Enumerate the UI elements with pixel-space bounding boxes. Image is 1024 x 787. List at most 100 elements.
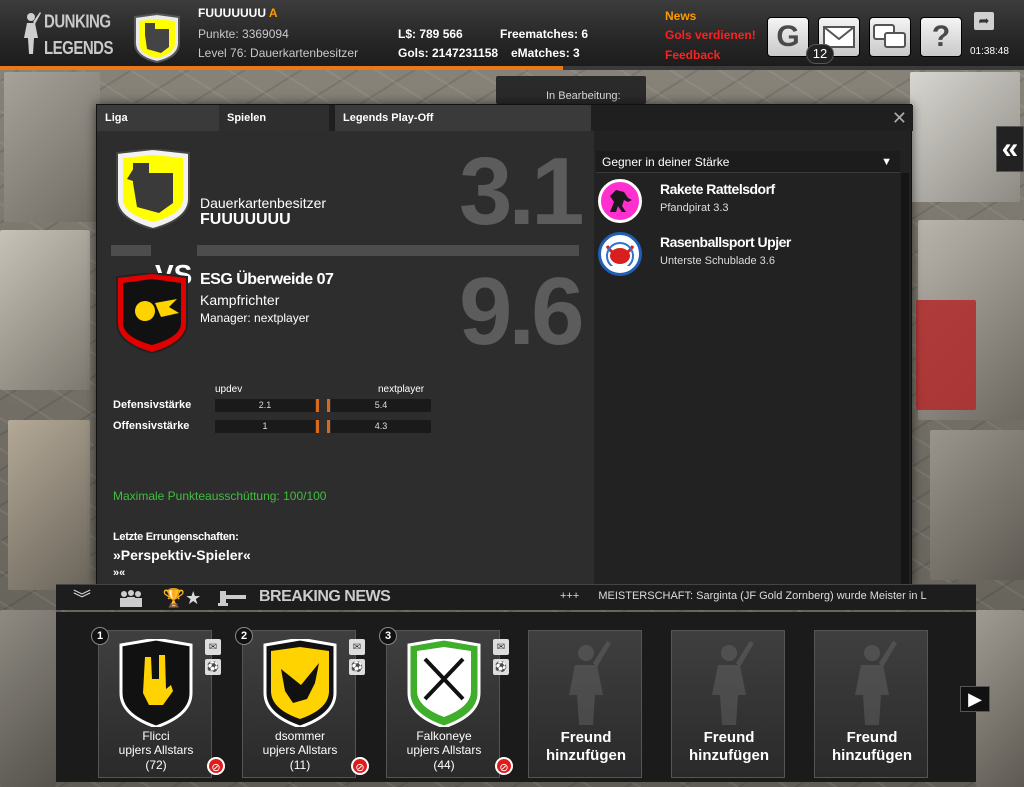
opponent-filter-dropdown[interactable]: Gegner in deiner Stärke ▼ [596, 151, 900, 173]
club-crest-icon[interactable] [133, 13, 181, 63]
breaking-news-label: BREAKING NEWS [259, 588, 391, 605]
stat-label-offense: Offensivstärke [113, 420, 190, 432]
message-count-badge: 12 [806, 44, 834, 64]
friends-group-icon[interactable] [116, 587, 146, 609]
friend-level: (72) [145, 758, 167, 772]
friend-level: (44) [433, 758, 455, 772]
ball-icon[interactable]: ⚽ [349, 659, 365, 675]
friend-name: Flicci [142, 729, 170, 743]
basketball-player-icon [24, 12, 41, 54]
away-crest-icon [116, 273, 188, 353]
add-friend-label-1: Freund [560, 729, 612, 746]
match-panel: Dauerkartenbesitzer FUUUUUUU 3.1 VS ESG … [97, 131, 594, 587]
envelope-icon[interactable]: ✉ [205, 639, 221, 655]
friend-crest-rock-hand-icon [119, 639, 193, 727]
username: FUUUUUUU A [198, 6, 278, 20]
opponent-sub: Unterste Schublade 3.6 [660, 255, 775, 267]
level-label: Level 76: Dauerkartenbesitzer [198, 46, 359, 60]
add-friend-label-1: Freund [703, 729, 755, 746]
add-friend-label-2: hinzufügen [832, 747, 912, 764]
horse-icon [610, 190, 632, 212]
remove-friend-icon[interactable]: ⊘ [351, 757, 369, 775]
add-friend-slot[interactable]: Freund hinzufügen [671, 630, 785, 778]
logout-arrow-icon[interactable]: ➦ [974, 12, 994, 30]
friend-card[interactable]: 2 ✉ ⚽ dsommer upjers Allstars (11) ⊘ [235, 627, 369, 778]
close-icon[interactable]: ✕ [892, 108, 907, 129]
envelope-icon[interactable]: ✉ [493, 639, 509, 655]
stat-offense-right: 4.3 [331, 420, 431, 433]
tab-spielen[interactable]: Spielen [219, 105, 329, 131]
ball-icon[interactable]: ⚽ [493, 659, 509, 675]
friend-rank: 1 [91, 627, 109, 645]
dunking-legends-logo[interactable]: DUNKING LEGENDS [20, 10, 114, 60]
sidebar-toggle-button[interactable]: « [996, 126, 1024, 172]
stat-defense-marker-right [327, 399, 330, 412]
away-manager: Manager: nextplayer [200, 311, 310, 325]
building [4, 72, 100, 222]
auction-hammer-icon[interactable] [216, 587, 250, 609]
friend-team: upjers Allstars [406, 743, 482, 757]
user-grade: A [268, 6, 278, 20]
stat-offense-left: 1 [215, 420, 315, 433]
building [0, 230, 90, 390]
home-name: FUUUUUUU [200, 211, 291, 228]
trophy-star-icon[interactable]: 🏆★ [158, 587, 206, 609]
achievement-item: »Perspektiv-Spieler« [113, 547, 251, 563]
friend-team: upjers Allstars [262, 743, 338, 757]
hammer-icon [218, 591, 246, 606]
bull-icon [605, 242, 635, 266]
news-ticker: +++ MEISTERSCHAFT: Sarginta (JF Gold Zor… [560, 590, 927, 602]
remove-friend-icon[interactable]: ⊘ [495, 757, 513, 775]
people-icon [120, 590, 142, 607]
freematches-count: Freematches: 6 [500, 27, 589, 41]
gols-currency: Gols: 2147231158 [398, 46, 499, 60]
username-text: FUUUUUUU [198, 6, 266, 20]
xp-progress-bar [0, 66, 1024, 70]
friend-card[interactable]: 1 ✉ ⚽ Flicci upjers Allstars (72) ⊘ [91, 627, 225, 778]
friend-card[interactable]: 3 ✉ ⚽ Falkoneye upjers Allstars (44) ⊘ [379, 627, 513, 778]
home-score: 3.1 [459, 138, 584, 245]
help-button[interactable]: ? [920, 17, 962, 57]
match-dialog: Liga Spielen Legends Play-Off ✕ Dauerkar… [96, 104, 913, 587]
in-progress-label: In Bearbeitung: [546, 90, 621, 102]
opponent-row[interactable]: Rasenballsport Upjer Unterste Schublade … [594, 228, 898, 278]
collapse-chevrons-icon[interactable]: ︾ [62, 587, 102, 609]
envelope-icon[interactable]: ✉ [349, 639, 365, 655]
vs-divider-right [197, 245, 579, 256]
opponent-sub: Pfandpirat 3.3 [660, 202, 729, 214]
in-progress-panel: In Bearbeitung: [496, 76, 646, 104]
achievements-title: Letzte Errungenschaften: [113, 531, 239, 543]
add-friend-label-2: hinzufügen [546, 747, 626, 764]
add-friend-slot[interactable]: Freund hinzufügen [814, 630, 928, 778]
feedback-link[interactable]: Feedback [665, 48, 720, 62]
opponent-name: Rasenballsport Upjer [660, 234, 791, 250]
tab-legends-play-off[interactable]: Legends Play-Off [335, 105, 591, 131]
player-silhouette-icon [855, 641, 897, 725]
away-score: 9.6 [459, 258, 584, 365]
remove-friend-icon[interactable]: ⊘ [207, 757, 225, 775]
friends-bar: 1 ✉ ⚽ Flicci upjers Allstars (72) ⊘ 2 ✉ … [56, 612, 976, 782]
next-friends-button[interactable]: ▶ [960, 686, 990, 712]
friend-team: upjers Allstars [118, 743, 194, 757]
stat-defense-marker-left [316, 399, 319, 412]
building [916, 300, 976, 410]
player-silhouette-icon [712, 641, 754, 725]
add-friend-slot[interactable]: Freund hinzufügen [528, 630, 642, 778]
ls-currency: L$: 789 566 [398, 27, 463, 41]
opponent-name: Rakete Rattelsdorf [660, 181, 775, 197]
stats-right-name: nextplayer [378, 384, 425, 395]
logo-text: DUNKING LEGENDS [44, 12, 114, 60]
ball-icon[interactable]: ⚽ [205, 659, 221, 675]
gols-shop-button[interactable]: G [767, 17, 809, 57]
tab-liga[interactable]: Liga [97, 105, 219, 131]
chevron-down-icon: ▼ [881, 156, 892, 168]
top-bar: DUNKING LEGENDS FUUUUUUU A Punkte: 33690… [0, 0, 1024, 70]
gols-verdienen-link[interactable]: Gols verdienen! [665, 28, 756, 42]
news-link[interactable]: News [665, 9, 696, 23]
friend-crest-swords-icon [407, 639, 481, 727]
opponent-logo-bull-icon [598, 232, 642, 276]
opponents-scrollbar[interactable] [901, 173, 909, 585]
achievement-item: »« [113, 567, 126, 579]
chat-button[interactable] [869, 17, 911, 57]
opponent-row[interactable]: Rakete Rattelsdorf Pfandpirat 3.3 [594, 175, 898, 225]
